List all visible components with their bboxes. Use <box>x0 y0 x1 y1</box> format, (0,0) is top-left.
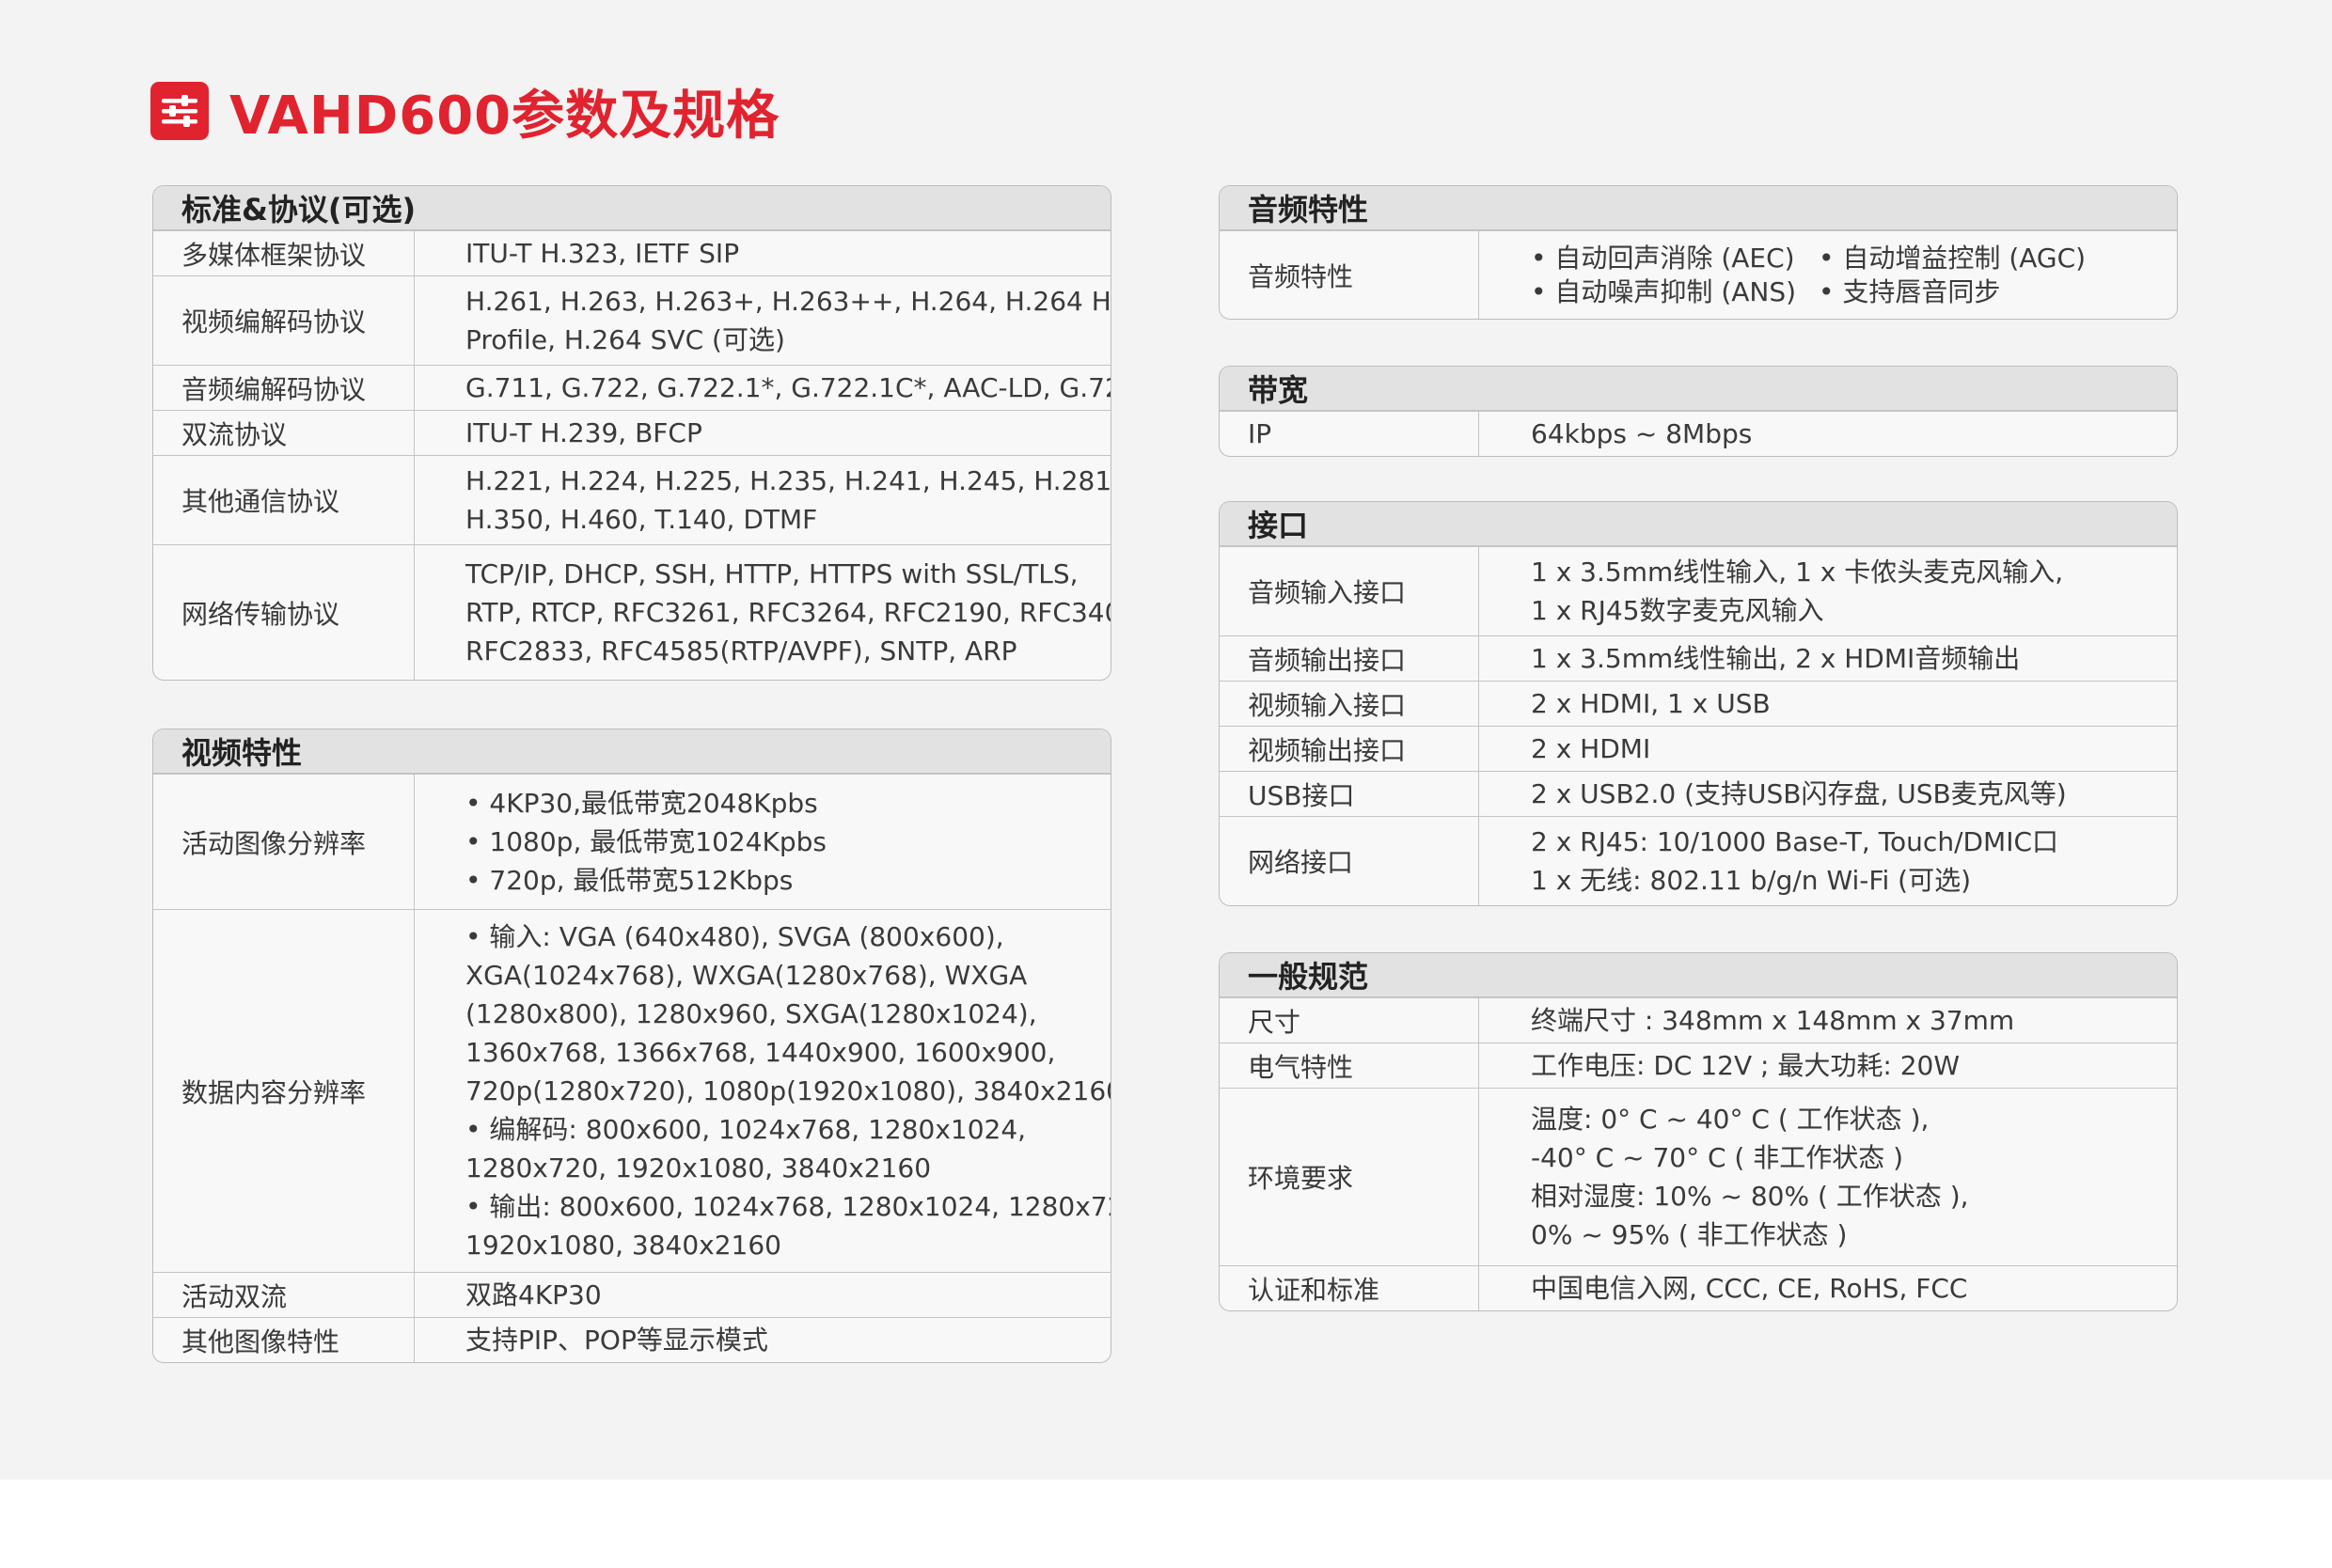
table-row: 尺寸 终端尺寸 : 348mm x 148mm x 37mm <box>1220 997 2177 1043</box>
section-title: 一般规范 <box>1220 953 2177 997</box>
table-row: 数据内容分辨率 • 输入: VGA (640x480), SVGA (800x6… <box>153 909 1111 1272</box>
table-row: 环境要求 温度: 0° C ~ 40° C ( 工作状态 ), -40° C ~… <box>1220 1088 2177 1265</box>
row-label: 活动图像分辨率 <box>153 775 415 909</box>
table-row: 音频输入接口 1 x 3.5mm线性输入, 1 x 卡侬头麦克风输入, 1 x … <box>1220 546 2177 635</box>
row-value: 终端尺寸 : 348mm x 148mm x 37mm <box>1531 1005 2015 1036</box>
row-label: 音频输入接口 <box>1220 547 1479 635</box>
row-value: 1 x 3.5mm线性输出, 2 x HDMI音频输出 <box>1531 643 2021 674</box>
row-value: ITU-T H.239, BFCP <box>465 417 702 448</box>
table-row: 活动双流 双路4KP30 <box>153 1272 1111 1317</box>
row-value: 2 x USB2.0 (支持USB闪存盘, USB麦克风等) <box>1531 778 2067 809</box>
page-title: VAHD600参数及规格 <box>229 85 780 147</box>
row-value: • 输入: VGA (640x480), SVGA (800x600), XGA… <box>465 921 1111 1261</box>
row-label: 网络接口 <box>1220 817 1479 905</box>
row-label: 其他图像特性 <box>153 1318 415 1362</box>
row-value: 温度: 0° C ~ 40° C ( 工作状态 ), -40° C ~ 70° … <box>1531 1104 1969 1250</box>
row-label: IP <box>1220 412 1479 456</box>
row-label: 活动双流 <box>153 1273 415 1317</box>
video-section: 视频特性 活动图像分辨率 • 4KP30,最低带宽2048Kpbs • 1080… <box>152 729 1111 1363</box>
row-value: 2 x HDMI, 1 x USB <box>1531 688 1771 719</box>
audio-feature: • 自动噪声抑制 (ANS) <box>1531 275 1797 307</box>
table-row: IP 64kbps ~ 8Mbps <box>1220 411 2177 456</box>
row-value: 2 x RJ45: 10/1000 Base-T, Touch/DMIC口 1 … <box>1531 826 2059 896</box>
table-row: 双流协议 ITU-T H.239, BFCP <box>153 410 1111 455</box>
row-label: 多媒体框架协议 <box>153 231 415 275</box>
row-value: H.261, H.263, H.263+, H.263++, H.264, H.… <box>465 286 1111 355</box>
row-label: 音频特性 <box>1220 231 1479 319</box>
general-section: 一般规范 尺寸 终端尺寸 : 348mm x 148mm x 37mm 电气特性… <box>1219 952 2178 1311</box>
row-label: 双流协议 <box>153 411 415 455</box>
table-row: 电气特性 工作电压: DC 12V ; 最大功耗: 20W <box>1220 1043 2177 1088</box>
table-row: 多媒体框架协议 ITU-T H.323, IETF SIP <box>153 230 1111 275</box>
row-label: 音频输出接口 <box>1220 636 1479 681</box>
table-row: 认证和标准 中国电信入网, CCC, CE, RoHS, FCC <box>1220 1265 2177 1310</box>
section-title: 标准&协议(可选) <box>153 186 1111 230</box>
table-row: 其他图像特性 支持PIP、POP等显示模式 <box>153 1317 1111 1362</box>
standards-section: 标准&协议(可选) 多媒体框架协议 ITU-T H.323, IETF SIP … <box>152 185 1111 681</box>
table-row: 视频输出接口 2 x HDMI <box>1220 726 2177 771</box>
row-label: 认证和标准 <box>1220 1266 1479 1310</box>
spec-page: VAHD600参数及规格 标准&协议(可选) 多媒体框架协议 ITU-T H.3… <box>0 0 2332 1480</box>
interface-section: 接口 音频输入接口 1 x 3.5mm线性输入, 1 x 卡侬头麦克风输入, 1… <box>1219 501 2178 906</box>
table-row: 音频编解码协议 G.711, G.722, G.722.1*, G.722.1C… <box>153 365 1111 410</box>
row-label: 其他通信协议 <box>153 456 415 544</box>
row-value: 双路4KP30 <box>465 1279 602 1310</box>
table-row: 音频特性 • 自动回声消除 (AEC) • 自动增益控制 (AGC) • 自动噪… <box>1220 230 2177 319</box>
table-row: 其他通信协议 H.221, H.224, H.225, H.235, H.241… <box>153 455 1111 544</box>
page-header: VAHD600参数及规格 <box>150 77 780 147</box>
row-label: 尺寸 <box>1220 998 1479 1043</box>
row-label: 音频编解码协议 <box>153 366 415 410</box>
row-value: ITU-T H.323, IETF SIP <box>465 238 740 269</box>
row-label: 视频输出接口 <box>1220 727 1479 771</box>
row-value: 1 x 3.5mm线性输入, 1 x 卡侬头麦克风输入, 1 x RJ45数字麦… <box>1531 557 2064 626</box>
section-title: 接口 <box>1220 502 2177 546</box>
table-row: 视频输入接口 2 x HDMI, 1 x USB <box>1220 681 2177 726</box>
audio-feature: • 支持唇音同步 <box>1819 275 2001 307</box>
row-value: 64kbps ~ 8Mbps <box>1531 418 1753 449</box>
table-row: 网络传输协议 TCP/IP, DHCP, SSH, HTTP, HTTPS wi… <box>153 544 1111 680</box>
sliders-icon <box>150 82 209 140</box>
row-label: 数据内容分辨率 <box>153 910 415 1272</box>
section-title: 视频特性 <box>153 729 1111 774</box>
row-value: TCP/IP, DHCP, SSH, HTTP, HTTPS with SSL/… <box>465 558 1111 666</box>
row-value: 中国电信入网, CCC, CE, RoHS, FCC <box>1531 1273 1968 1304</box>
table-row: 视频编解码协议 H.261, H.263, H.263+, H.263++, H… <box>153 275 1111 365</box>
audio-section: 音频特性 音频特性 • 自动回声消除 (AEC) • 自动增益控制 (AGC) … <box>1219 185 2178 320</box>
row-value: G.711, G.722, G.722.1*, G.722.1C*, AAC-L… <box>465 372 1111 403</box>
table-row: USB接口 2 x USB2.0 (支持USB闪存盘, USB麦克风等) <box>1220 771 2177 816</box>
row-label: 环境要求 <box>1220 1089 1479 1265</box>
bandwidth-section: 带宽 IP 64kbps ~ 8Mbps <box>1219 366 2178 457</box>
table-row: 网络接口 2 x RJ45: 10/1000 Base-T, Touch/DMI… <box>1220 816 2177 905</box>
section-title: 音频特性 <box>1220 186 2177 230</box>
table-row: 音频输出接口 1 x 3.5mm线性输出, 2 x HDMI音频输出 <box>1220 635 2177 681</box>
row-label: 网络传输协议 <box>153 545 415 680</box>
audio-feature: • 自动增益控制 (AGC) <box>1819 242 2087 274</box>
row-value: • 4KP30,最低带宽2048Kpbs • 1080p, 最低带宽1024Kp… <box>465 788 827 896</box>
row-value: • 自动回声消除 (AEC) • 自动增益控制 (AGC) • 自动噪声抑制 (… <box>1479 231 2177 319</box>
row-value: 2 x HDMI <box>1531 733 1651 764</box>
section-title: 带宽 <box>1220 367 2177 411</box>
row-label: USB接口 <box>1220 772 1479 816</box>
audio-feature: • 自动回声消除 (AEC) <box>1531 242 1795 274</box>
row-value: 支持PIP、POP等显示模式 <box>465 1325 768 1356</box>
row-value: 工作电压: DC 12V ; 最大功耗: 20W <box>1531 1050 1961 1081</box>
row-value: H.221, H.224, H.225, H.235, H.241, H.245… <box>465 465 1111 535</box>
table-row: 活动图像分辨率 • 4KP30,最低带宽2048Kpbs • 1080p, 最低… <box>153 774 1111 909</box>
row-label: 视频编解码协议 <box>153 276 415 365</box>
row-label: 电气特性 <box>1220 1043 1479 1088</box>
row-label: 视频输入接口 <box>1220 682 1479 726</box>
